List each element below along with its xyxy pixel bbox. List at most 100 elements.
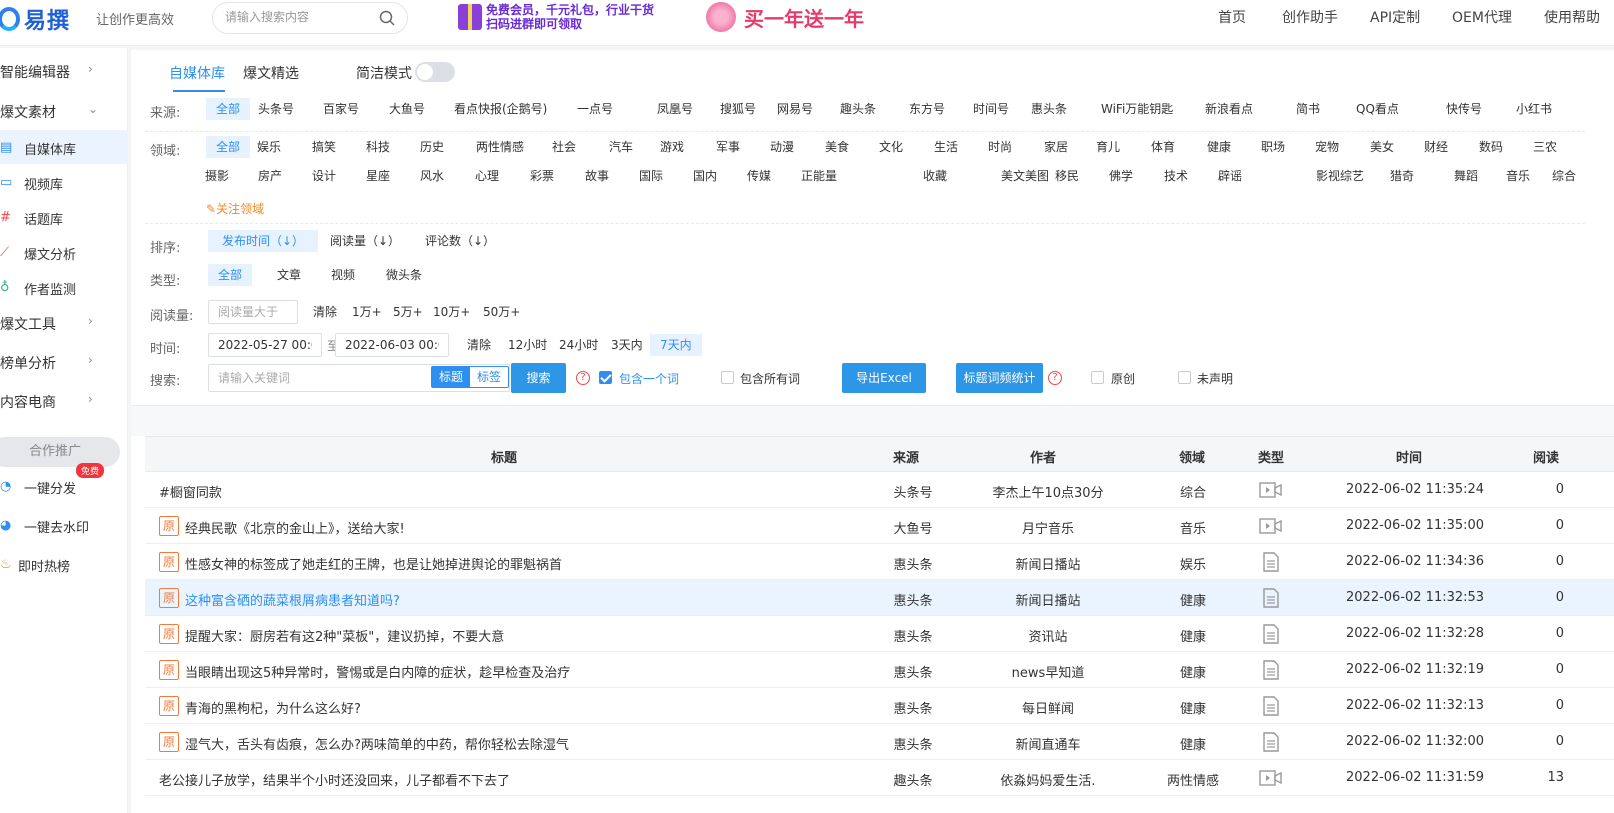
row-author[interactable]: 依淼妈妈爱生活.: [987, 770, 1109, 789]
sidebar-group-ecommerce[interactable]: 内容电商 ›: [0, 386, 128, 416]
field-chip[interactable]: 两性情感: [466, 136, 534, 158]
table-row[interactable]: 原这种富含硒的蔬菜根屑病患者知道吗? 惠头条 新闻日播站 健康 2022-06-02 1…: [145, 580, 1614, 616]
field-chip[interactable]: 宠物: [1305, 136, 1349, 158]
field-chip[interactable]: 汽车: [599, 136, 643, 158]
field-chip[interactable]: 科技: [356, 136, 400, 158]
field-chip[interactable]: 传媒: [737, 165, 781, 187]
table-row[interactable]: #橱窗同款 头条号 李杰上午10点30分 综合 2022-06-02 11:35:24 0: [145, 472, 1614, 508]
row-title[interactable]: 湿气大，舌头有齿痕，怎么办?两味简单的中药，帮你轻松去除湿气: [185, 734, 569, 753]
sort-chip[interactable]: 评论数（↓）: [415, 230, 505, 252]
field-chip[interactable]: 摄影: [195, 165, 239, 187]
sidebar-item-hot-analysis[interactable]: ⟋ 爆文分析: [0, 235, 128, 269]
source-chip[interactable]: WiFi万能钥匙: [1091, 98, 1183, 120]
field-chip[interactable]: 技术: [1154, 165, 1198, 187]
type-chip[interactable]: 视频: [321, 264, 365, 286]
field-chip[interactable]: 移民: [1045, 165, 1089, 187]
top-search-box[interactable]: [212, 2, 408, 34]
source-chip[interactable]: 东方号: [899, 98, 955, 120]
field-chip[interactable]: 时尚: [978, 136, 1022, 158]
sort-chip[interactable]: 阅读量（↓）: [320, 230, 410, 252]
field-chip[interactable]: 游戏: [650, 136, 694, 158]
reads-clear-button[interactable]: 清除: [303, 301, 347, 323]
source-chip[interactable]: 一点号: [567, 98, 623, 120]
time-chip[interactable]: 3天内: [601, 334, 653, 356]
nav-api[interactable]: API定制: [1370, 7, 1420, 27]
source-chip[interactable]: 趣头条: [830, 98, 886, 120]
field-chip[interactable]: 家居: [1034, 136, 1078, 158]
sidebar-group-editor[interactable]: 智能编辑器 ›: [0, 56, 128, 86]
table-row[interactable]: 原性感女神的标签成了她走红的王牌，也是让她掉进舆论的罪魁祸首 惠头条 新闻日播站 娱乐…: [145, 544, 1614, 580]
row-author[interactable]: 资讯站: [987, 626, 1109, 645]
row-title[interactable]: 这种富含硒的蔬菜根屑病患者知道吗?: [185, 590, 400, 609]
row-author[interactable]: 月宁音乐: [987, 518, 1109, 537]
field-chip[interactable]: 职场: [1251, 136, 1295, 158]
type-chip[interactable]: 全部: [208, 264, 253, 286]
field-chip[interactable]: 房产: [248, 165, 292, 187]
reads-min-input[interactable]: [208, 300, 298, 324]
row-title[interactable]: 青海的黑枸杞，为什么这么好?: [185, 698, 361, 717]
time-to-input[interactable]: [335, 333, 449, 357]
logo[interactable]: 易撰: [0, 4, 70, 34]
field-chip[interactable]: 舞蹈: [1444, 165, 1488, 187]
export-excel-button[interactable]: 导出Excel: [842, 363, 926, 393]
simple-mode-toggle[interactable]: [415, 62, 455, 82]
time-clear-button[interactable]: 清除: [457, 334, 501, 356]
field-chip[interactable]: 育儿: [1086, 136, 1130, 158]
table-row[interactable]: 原当眼睛出现这5种异常时，警惕或是白内障的症状，趁早检查及治疗 惠头条 news早知…: [145, 652, 1614, 688]
table-row[interactable]: 原青海的黑枸杞，为什么这么好? 惠头条 每日鲜闻 健康 2022-06-02 11:32…: [145, 688, 1614, 724]
field-chip[interactable]: 生活: [924, 136, 968, 158]
row-author[interactable]: 新闻日播站: [987, 590, 1109, 609]
source-chip[interactable]: 简书: [1286, 98, 1330, 120]
tab-hot-picks[interactable]: 爆文精选: [243, 63, 299, 83]
promo-banner-annual[interactable]: 买一年送一年: [706, 0, 874, 34]
scope-title-pill[interactable]: 标题: [432, 367, 470, 387]
top-search-input[interactable]: [225, 10, 375, 24]
field-chip[interactable]: 文化: [869, 136, 913, 158]
col-title[interactable]: 标题: [491, 447, 517, 466]
source-chip[interactable]: 百家号: [313, 98, 369, 120]
source-chip[interactable]: 新浪看点: [1195, 98, 1263, 120]
field-chip[interactable]: 财经: [1414, 136, 1458, 158]
field-chip[interactable]: 风水: [410, 165, 454, 187]
promo-banner-vip[interactable]: 免费会员，千元礼包，行业干货 扫码进群即可领取: [458, 0, 684, 34]
field-chip[interactable]: 收藏: [913, 165, 957, 187]
sidebar-group-materials[interactable]: 爆文素材 ⌄: [0, 96, 128, 126]
search-icon[interactable]: [379, 10, 395, 26]
col-time[interactable]: 时间: [1396, 447, 1422, 466]
field-chip[interactable]: 国际: [629, 165, 673, 187]
table-row[interactable]: 原湿气大，舌头有齿痕，怎么办?两味简单的中药，帮你轻松去除湿气 惠头条 新闻直通车 健…: [145, 724, 1614, 760]
table-row[interactable]: 原经典民歌《北京的金山上》，送给大家! 大鱼号 月宁音乐 音乐 2022-06-02 1…: [145, 508, 1614, 544]
source-chip[interactable]: 头条号: [248, 98, 304, 120]
col-reads[interactable]: 阅读: [1533, 447, 1559, 466]
include-one-checkbox[interactable]: [599, 371, 612, 384]
row-title[interactable]: 提醒大家：厨房若有这2种"菜板"，建议扔掉，不要大意: [185, 626, 504, 645]
row-title[interactable]: 性感女神的标签成了她走红的王牌，也是让她掉进舆论的罪魁祸首: [185, 554, 562, 573]
table-row[interactable]: 原提醒大家：厨房若有这2种"菜板"，建议扔掉，不要大意 惠头条 资讯站 健康 2022-…: [145, 616, 1614, 652]
sidebar-group-tools[interactable]: 爆文工具 ›: [0, 308, 128, 338]
row-title[interactable]: 当眼睛出现这5种异常时，警惕或是白内障的症状，趁早检查及治疗: [185, 662, 570, 681]
tab-media-library[interactable]: 自媒体库: [169, 63, 225, 83]
field-chip[interactable]: 星座: [356, 165, 400, 187]
sidebar-item-one-click-distribute[interactable]: ◔ 一键分发 免费: [0, 463, 128, 503]
field-chip[interactable]: 美食: [815, 136, 859, 158]
original-checkbox[interactable]: [1091, 371, 1104, 384]
field-chip[interactable]: 数码: [1469, 136, 1513, 158]
source-chip[interactable]: 凤凰号: [647, 98, 703, 120]
sidebar-group-rankings[interactable]: 榜单分析 ›: [0, 347, 128, 377]
field-chip[interactable]: 搞笑: [302, 136, 346, 158]
field-chip[interactable]: 军事: [706, 136, 750, 158]
field-chip[interactable]: 国内: [683, 165, 727, 187]
nav-writing-assistant[interactable]: 创作助手: [1282, 7, 1338, 27]
row-title[interactable]: #橱窗同款: [159, 482, 222, 501]
nav-home[interactable]: 首页: [1218, 7, 1246, 27]
type-chip[interactable]: 微头条: [376, 264, 432, 286]
type-chip[interactable]: 文章: [267, 264, 311, 286]
source-chip[interactable]: 惠头条: [1021, 98, 1077, 120]
title-word-stats-button[interactable]: 标题词频统计: [956, 363, 1043, 393]
field-chip[interactable]: 音乐: [1496, 165, 1540, 187]
source-chip[interactable]: 看点快报(企鹅号): [444, 98, 557, 120]
row-title[interactable]: 老公接儿子放学，结果半个小时还没回来，儿子都看不下去了: [159, 770, 510, 789]
source-chip[interactable]: QQ看点: [1346, 98, 1409, 120]
row-author[interactable]: 新闻日播站: [987, 554, 1109, 573]
nav-oem[interactable]: OEM代理: [1452, 7, 1512, 27]
